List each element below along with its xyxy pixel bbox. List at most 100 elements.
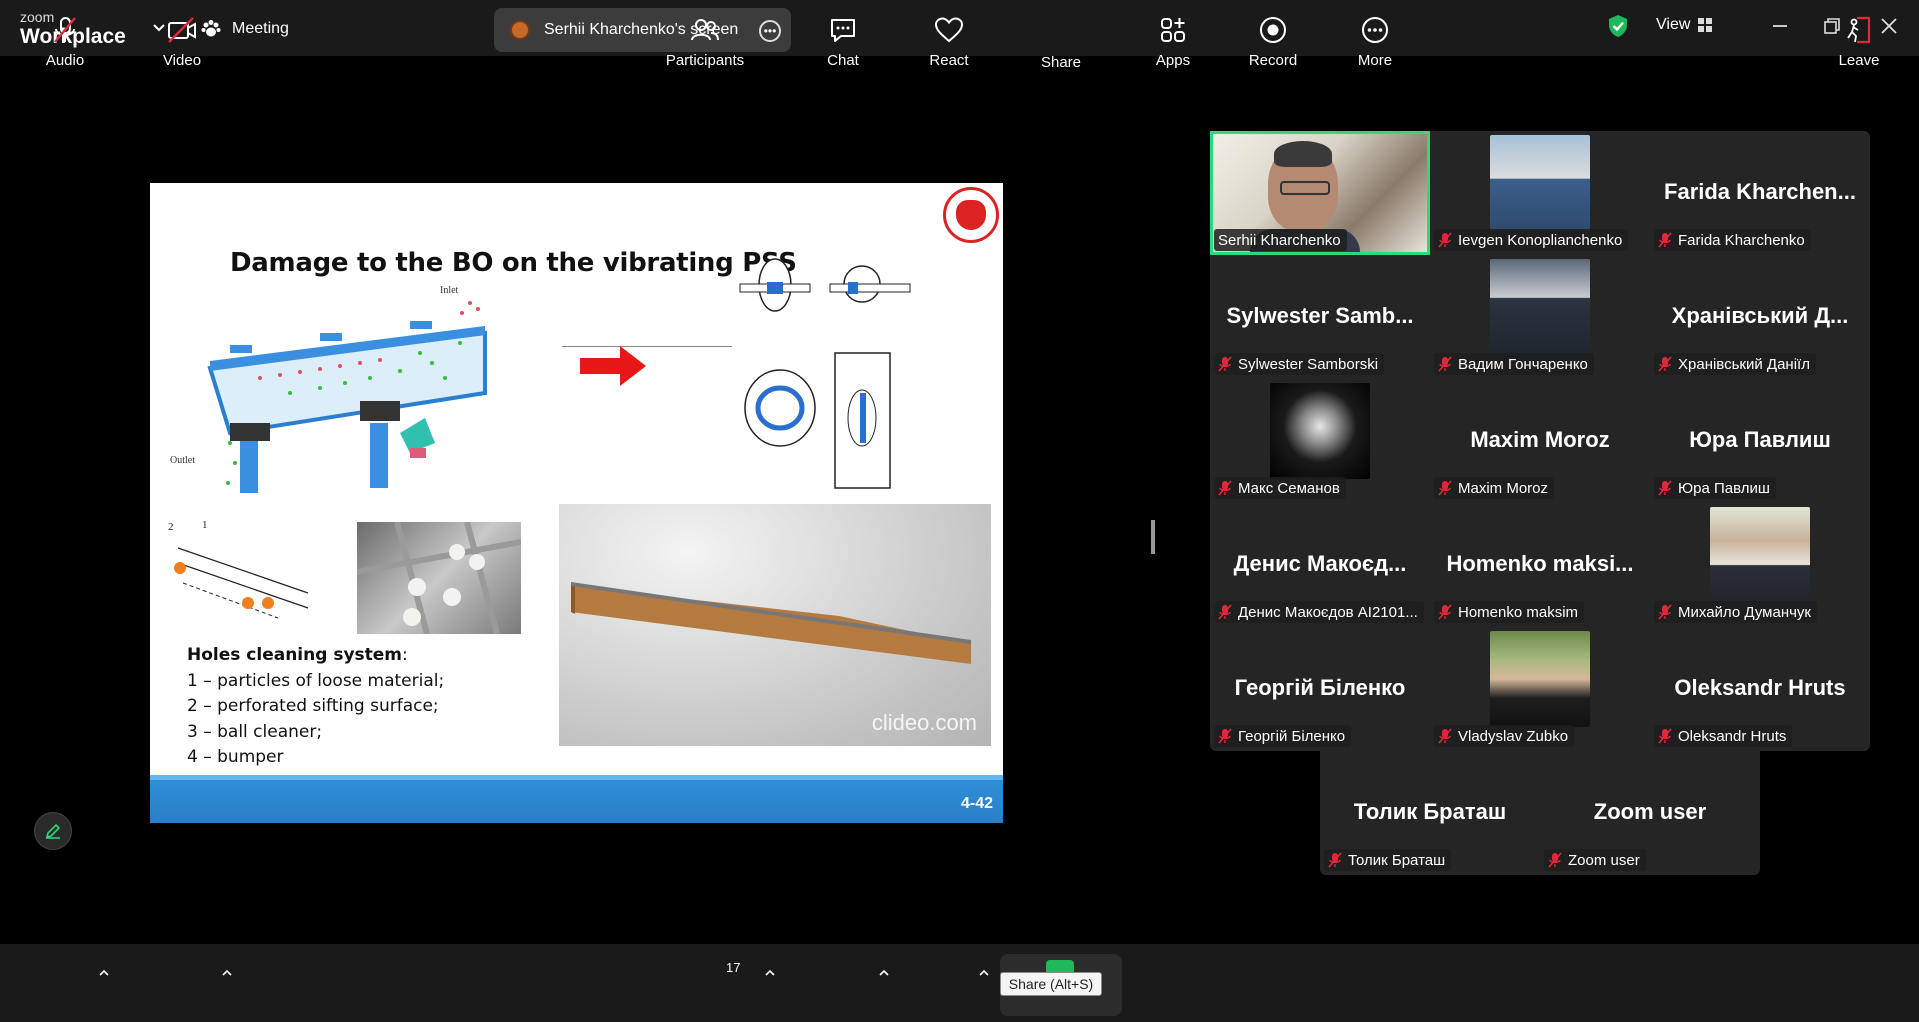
video-off-icon	[168, 17, 196, 43]
holes-item: 2 – perforated sifting surface;	[187, 696, 439, 716]
share-label-wrap[interactable]: Share	[1036, 0, 1086, 78]
muted-mic-icon	[1438, 604, 1452, 620]
participant-big-name: Maxim Moroz	[1470, 427, 1610, 452]
seed-damage-diagram	[739, 258, 911, 489]
react-button[interactable]: React	[926, 0, 972, 78]
participant-name-label: Хранівський Даніїл	[1654, 353, 1816, 375]
muted-mic-icon	[1658, 480, 1672, 496]
participant-photo	[1710, 507, 1810, 603]
muted-mic-icon	[1438, 480, 1452, 496]
muted-mic-icon	[54, 17, 76, 43]
record-button[interactable]: Record	[1246, 0, 1300, 78]
participant-name-label: Maxim Moroz	[1434, 477, 1555, 499]
annotate-button[interactable]	[34, 812, 72, 850]
university-logo	[943, 187, 999, 243]
participant-tile[interactable]: Zoom user Zoom user	[1540, 751, 1760, 875]
more-icon	[1362, 17, 1388, 43]
muted-mic-icon	[1658, 728, 1672, 744]
participant-tile[interactable]: Maxim Moroz Maxim Moroz	[1430, 379, 1650, 503]
participant-name-label: Zoom user	[1544, 849, 1646, 871]
muted-mic-icon	[1658, 232, 1672, 248]
pencil-icon	[45, 823, 61, 839]
participant-big-name: Юра Павлиш	[1689, 427, 1831, 452]
muted-mic-icon	[1218, 728, 1232, 744]
muted-mic-icon	[1658, 604, 1672, 620]
audio-label: Audio	[45, 52, 85, 69]
participant-big-name: Толик Браташ	[1353, 799, 1507, 824]
record-icon	[1260, 17, 1286, 43]
participant-tile[interactable]: Oleksandr Hruts Oleksandr Hruts	[1650, 627, 1870, 751]
participant-big-name: Zoom user	[1593, 799, 1707, 824]
muted-mic-icon	[1218, 356, 1232, 372]
participants-count: 17	[726, 960, 741, 975]
participant-tile[interactable]: Homenko maksi... Homenko maksim	[1430, 503, 1650, 627]
participant-tile[interactable]: Вадим Гончаренко	[1430, 255, 1650, 379]
participant-tile[interactable]: Vladyslav Zubko	[1430, 627, 1650, 751]
participant-name-label: Георгій Біленко	[1214, 725, 1352, 747]
participant-tile[interactable]: Денис Макоєд... Денис Макоєдов АІ2101...	[1210, 503, 1430, 627]
security-shield-icon[interactable]	[1607, 14, 1629, 38]
participant-tile[interactable]: Толик Браташ Толик Браташ	[1320, 751, 1540, 875]
record-label: Record	[1248, 52, 1298, 69]
holes-item: 4 – bumper	[187, 747, 284, 767]
participant-photo	[1270, 383, 1370, 479]
gallery-view-icon	[1698, 18, 1713, 32]
muted-mic-icon	[1548, 852, 1562, 868]
participant-name-label: Макс Семанов	[1214, 477, 1346, 499]
ball-cleaner-diagram: 2 1	[168, 519, 309, 619]
apps-button[interactable]: Apps	[1150, 0, 1196, 78]
meeting-info-button[interactable]: Meeting	[200, 14, 289, 44]
chat-options-caret-icon[interactable]	[878, 968, 890, 978]
participant-name-label: Farida Kharchenko	[1654, 229, 1811, 251]
participant-tile[interactable]: Макс Семанов	[1210, 379, 1430, 503]
video-options-caret-icon[interactable]	[221, 968, 233, 978]
participant-big-name: Sylwester Samb...	[1226, 303, 1414, 328]
participant-tile[interactable]: Хранівський Д... Хранівський Даніїл	[1650, 255, 1870, 379]
participants-button[interactable]: Participants	[662, 0, 748, 78]
video-frame[interactable]: clideo.com	[559, 504, 991, 746]
share-label: Share	[1040, 54, 1082, 71]
view-label: View	[1656, 16, 1691, 33]
audio-button[interactable]: Audio	[40, 0, 90, 78]
heart-icon	[934, 17, 964, 43]
react-options-caret-icon[interactable]	[978, 968, 990, 978]
participant-tile[interactable]: Farida Kharchen... Farida Kharchenko	[1650, 131, 1870, 255]
slide-footer: 4-42	[150, 775, 1003, 823]
more-options-icon[interactable]: •••	[759, 20, 781, 42]
participant-tile[interactable]: Михайло Думанчук	[1650, 503, 1870, 627]
share-tooltip: Share (Alt+S)	[1000, 972, 1102, 996]
apps-icon	[1161, 18, 1185, 42]
participant-tile[interactable]: Юра Павлиш Юра Павлиш	[1650, 379, 1870, 503]
video-watermark: clideo.com	[871, 710, 977, 735]
resize-handle[interactable]	[1151, 520, 1155, 554]
participant-tile[interactable]: Sylwester Samb... Sylwester Samborski	[1210, 255, 1430, 379]
participants-options-caret-icon[interactable]	[764, 968, 776, 978]
participant-name-label: Денис Макоєдов АІ2101...	[1214, 601, 1424, 623]
chat-button[interactable]: Chat	[822, 0, 864, 78]
participant-photo	[1490, 259, 1590, 355]
presentation-slide: Damage to the BO on the vibrating PSS In…	[150, 183, 1003, 823]
participant-big-name: Homenko maksi...	[1446, 551, 1634, 576]
muted-mic-icon	[1438, 232, 1452, 248]
participant-tile[interactable]: Ievgen Konoplianchenko	[1430, 131, 1650, 255]
participant-tile[interactable]: Георгій Біленко Георгій Біленко	[1210, 627, 1430, 751]
more-button[interactable]: More	[1352, 0, 1398, 78]
participant-photo	[1490, 135, 1590, 231]
participant-name-label: Ievgen Konoplianchenko	[1434, 229, 1629, 251]
view-button[interactable]: View	[1656, 16, 1713, 34]
leave-button[interactable]: Leave	[1836, 0, 1882, 78]
react-label: React	[929, 52, 969, 69]
muted-mic-icon	[1658, 356, 1672, 372]
audio-options-caret-icon[interactable]	[98, 968, 110, 978]
participant-name-label: Юра Павлиш	[1654, 477, 1776, 499]
chat-label: Chat	[827, 52, 859, 69]
outlet-label: Outlet	[170, 455, 195, 466]
participant-tile[interactable]: Serhii Kharchenko	[1210, 131, 1430, 255]
video-button[interactable]: Video	[156, 0, 208, 78]
participant-big-name: Хранівський Д...	[1671, 303, 1849, 328]
red-arrow-icon	[580, 346, 646, 386]
meeting-toolbar	[0, 944, 1919, 1022]
muted-mic-icon	[1438, 356, 1452, 372]
ball-cleaner-photo	[357, 522, 521, 634]
minimize-icon[interactable]	[1768, 14, 1792, 38]
